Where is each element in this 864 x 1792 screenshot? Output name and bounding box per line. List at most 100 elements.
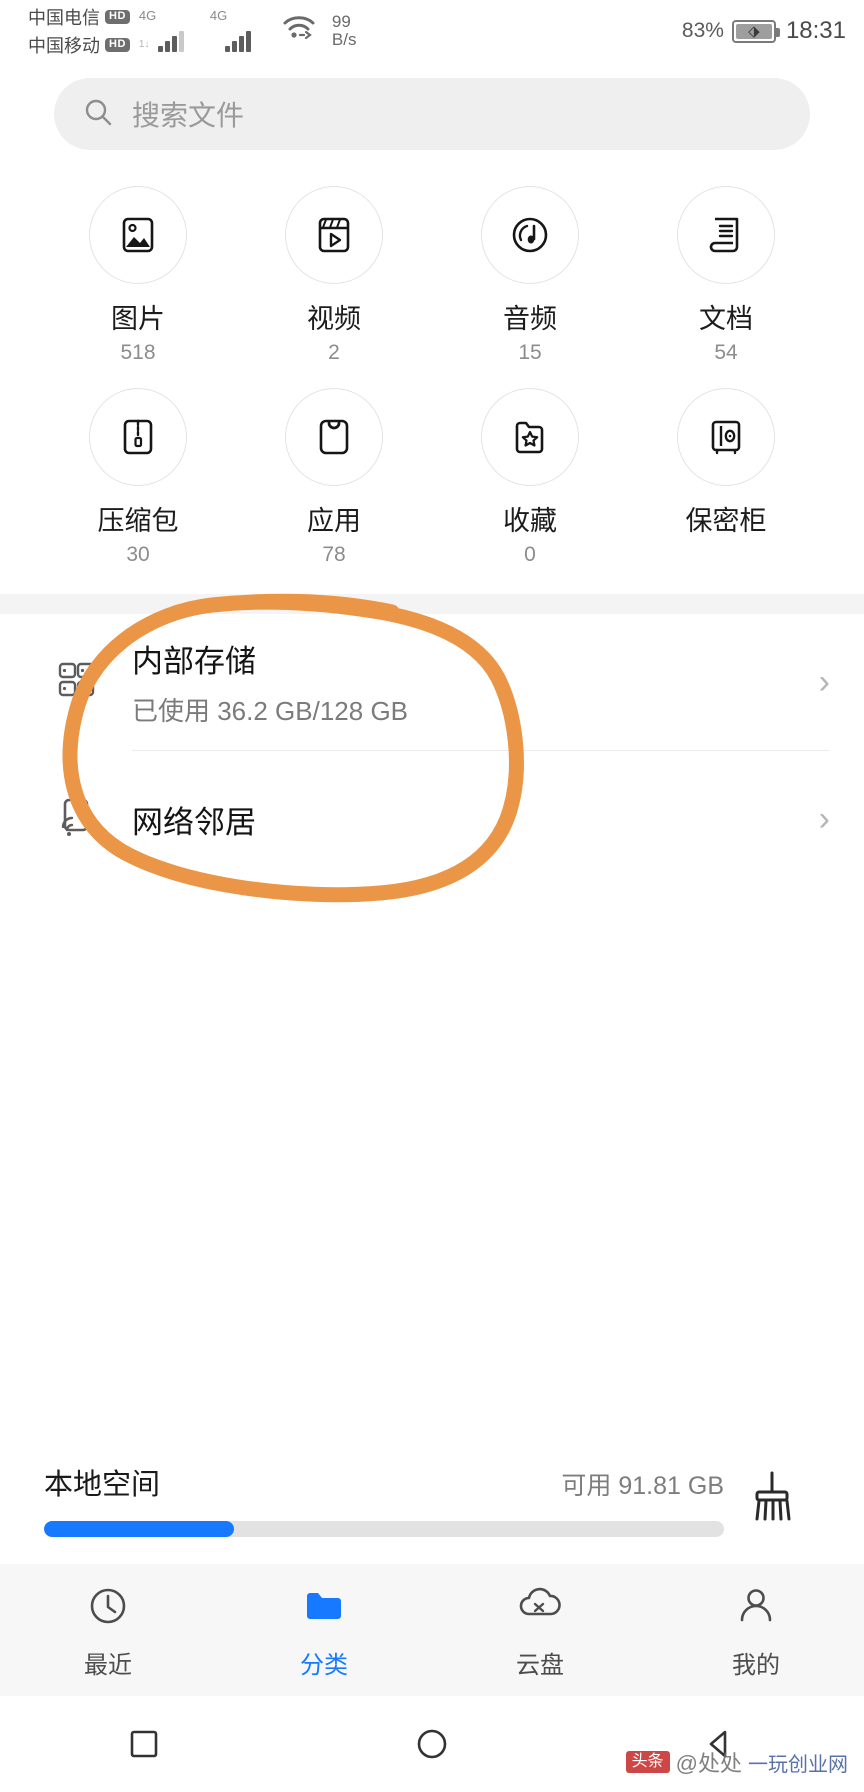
category-count: 78 (322, 543, 346, 566)
carrier-1-name: 中国电信 (28, 8, 100, 28)
status-bar: 中国电信 HD 中国移动 HD 4G 1↓ 4G 99 B/s 83% ⬗ 18… (0, 0, 864, 62)
safe-box-icon (677, 388, 775, 486)
home-button[interactable] (372, 1723, 492, 1765)
category-item-images[interactable]: 图片 518 (40, 186, 236, 366)
category-label: 音频 (503, 304, 557, 334)
local-space-section: 本地空间 可用 91.81 GB (0, 1434, 864, 1564)
network-type-2: 4G (209, 8, 228, 23)
app-bag-icon (285, 388, 383, 486)
cloud-icon (513, 1581, 567, 1636)
list-item-subtitle: 已使用 36.2 GB/128 GB (132, 696, 409, 726)
list-item-internal-storage[interactable]: 内部存储 已使用 36.2 GB/128 GB › (0, 614, 864, 750)
category-label: 收藏 (503, 506, 557, 536)
tab-recent[interactable]: 最近 (0, 1581, 216, 1680)
category-count: 2 (328, 341, 340, 364)
watermark-author: @处处 (675, 1751, 742, 1776)
list-item-network-neighbors[interactable]: 网络邻居 › (0, 751, 864, 887)
watermark-site: 一玩创业网 (748, 1753, 848, 1776)
category-item-safe[interactable]: 保密柜 (628, 388, 824, 568)
cleanup-button[interactable] (724, 1467, 820, 1532)
folder-icon (299, 1581, 349, 1636)
category-label: 图片 (111, 304, 165, 334)
signal-1-sub-icon: 1↓ (138, 39, 150, 50)
local-space-progress-track (44, 1521, 724, 1537)
image-icon (89, 186, 187, 284)
signal-group-2: 4G (209, 8, 272, 52)
tab-categories[interactable]: 分类 (216, 1581, 432, 1680)
chevron-right-icon[interactable]: › (819, 665, 830, 699)
internal-storage-icon (46, 656, 106, 708)
search-input[interactable]: 搜索文件 (54, 78, 810, 150)
tab-cloud[interactable]: 云盘 (432, 1581, 648, 1680)
carrier-row-1: 中国电信 HD (28, 4, 130, 30)
tab-mine[interactable]: 我的 (648, 1581, 864, 1680)
local-space-title: 本地空间 (44, 1469, 161, 1501)
wifi-icon (281, 14, 317, 47)
local-space-progress-fill (44, 1521, 235, 1537)
archive-icon (89, 388, 187, 486)
square-icon (130, 1730, 158, 1758)
tab-label: 云盘 (516, 1651, 564, 1679)
category-label: 文档 (699, 304, 753, 334)
search-placeholder: 搜索文件 (132, 100, 245, 131)
category-grid: 图片 518 视频 2 音频 15 文档 54 压缩包 30 应用 78 收藏 … (0, 150, 864, 582)
tab-label: 最近 (84, 1651, 132, 1679)
local-space-free: 可用 91.81 GB (561, 1472, 724, 1500)
category-count: 518 (120, 341, 156, 364)
category-count: 30 (126, 543, 150, 566)
status-bar-left: 中国电信 HD 中国移动 HD 4G 1↓ 4G 99 B/s (28, 4, 356, 58)
category-label: 应用 (307, 506, 361, 536)
video-icon (285, 186, 383, 284)
favorites-folder-icon (481, 388, 579, 486)
clock-icon (83, 1581, 133, 1636)
category-item-documents[interactable]: 文档 54 (628, 186, 824, 366)
list-item-text: 网络邻居 (132, 797, 819, 842)
network-type-1: 4G (138, 8, 157, 23)
broom-cleanup-icon (744, 1467, 800, 1532)
category-item-videos[interactable]: 视频 2 (236, 186, 432, 366)
tab-label: 我的 (732, 1651, 780, 1679)
list-item-title: 内部存储 (132, 644, 256, 679)
network-speed: 99 B/s (332, 13, 357, 49)
audio-icon (481, 186, 579, 284)
tab-label: 分类 (300, 1651, 348, 1679)
category-count: 15 (518, 341, 542, 364)
carrier-labels: 中国电信 HD 中国移动 HD (28, 4, 130, 58)
local-space-info: 本地空间 可用 91.81 GB (44, 1461, 724, 1537)
watermark-logo: 头条 (625, 1751, 670, 1773)
status-bar-right: 83% ⬗ 18:31 (682, 17, 846, 45)
storage-list: 内部存储 已使用 36.2 GB/128 GB › 网络邻居 › (0, 614, 864, 887)
bottom-tab-bar: 最近 分类 云盘 我的 (0, 1564, 864, 1696)
category-item-archives[interactable]: 压缩包 30 (40, 388, 236, 568)
network-speed-value: 99 (331, 12, 351, 32)
category-label: 保密柜 (685, 506, 767, 536)
network-speed-unit: B/s (331, 30, 357, 49)
category-item-favorites[interactable]: 收藏 0 (432, 388, 628, 568)
carrier-1-hd-badge: HD (105, 10, 130, 24)
search-icon (82, 96, 114, 133)
search-section: 搜索文件 (0, 62, 864, 150)
category-count: 54 (714, 341, 738, 364)
signal-bars-1-icon (157, 28, 184, 52)
category-label: 视频 (307, 304, 361, 334)
battery-percent: 83% (681, 19, 724, 42)
category-item-audio[interactable]: 音频 15 (432, 186, 628, 366)
carrier-2-name: 中国移动 (28, 36, 100, 56)
status-bar-clock: 18:31 (785, 17, 846, 44)
category-count: 0 (524, 543, 536, 566)
carrier-row-2: 中国移动 HD (28, 32, 130, 58)
section-divider-band (0, 594, 864, 614)
watermark: 头条 @处处 一玩创业网 (625, 1746, 848, 1778)
category-item-apps[interactable]: 应用 78 (236, 388, 432, 568)
circle-icon (417, 1729, 447, 1759)
chevron-right-icon[interactable]: › (819, 802, 830, 836)
battery-charging-icon: ⬗ (731, 19, 780, 43)
person-icon (731, 1581, 781, 1636)
list-item-title: 网络邻居 (132, 804, 256, 840)
network-neighbors-icon (46, 793, 106, 845)
recents-button[interactable] (84, 1725, 204, 1763)
signal-bars-2-icon (224, 28, 251, 52)
category-label: 压缩包 (97, 506, 179, 536)
signal-group-1: 4G 1↓ (138, 8, 201, 52)
document-icon (677, 186, 775, 284)
